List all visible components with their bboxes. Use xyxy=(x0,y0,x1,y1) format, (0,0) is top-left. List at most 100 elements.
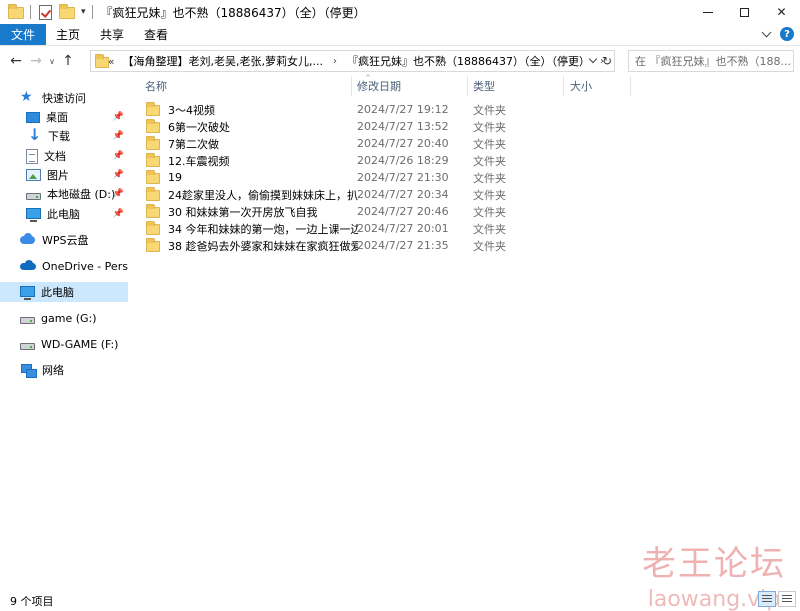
recent-locations-dropdown[interactable]: ∨ xyxy=(46,51,58,71)
pin-icon: 📌 xyxy=(112,151,124,161)
folder-icon xyxy=(146,101,162,117)
tab-view[interactable]: 查看 xyxy=(134,24,178,45)
expand-ribbon-icon[interactable] xyxy=(761,27,772,38)
file-type: 文件夹 xyxy=(473,137,506,151)
nav-label: 文档 xyxy=(44,150,66,163)
file-name: 38 趁爸妈去外婆家和妹妹在家疯狂做爱-... xyxy=(168,239,358,253)
column-header-label: 名称 xyxy=(145,80,167,93)
tab-file[interactable]: 文件 xyxy=(0,24,46,45)
minimize-button[interactable] xyxy=(689,0,726,24)
file-name: 34 今年和妹妹的第一炮，一边上课一边... xyxy=(168,222,358,236)
nav-this-pc[interactable]: 此电脑 xyxy=(0,282,128,302)
maximize-button[interactable] xyxy=(726,0,763,24)
table-row[interactable]: 3～4视频 2024/7/27 19:12 文件夹 xyxy=(140,101,608,118)
nav-wps-cloud[interactable]: WPS云盘 xyxy=(0,230,128,250)
file-type: 文件夹 xyxy=(473,222,506,236)
breadcrumb-separator[interactable]: › xyxy=(333,56,337,67)
address-bar[interactable]: « 【海角整理】老刘,老吴,老张,萝莉女儿,... › 『疯狂兄妹』也不熟（18… xyxy=(90,50,615,72)
address-history-dropdown[interactable] xyxy=(588,54,598,64)
nav-pictures[interactable]: 图片 📌 xyxy=(0,165,128,185)
ribbon-tabs: 文件 主页 共享 查看 ? xyxy=(0,24,800,46)
file-name: 6第一次破处 xyxy=(168,120,230,134)
desktop-icon xyxy=(26,112,40,123)
ribbon-controls: ? xyxy=(761,27,794,41)
column-header-size[interactable]: 大小 xyxy=(570,76,630,96)
close-button[interactable]: ✕ xyxy=(763,0,800,24)
table-row[interactable]: 34 今年和妹妹的第一炮，一边上课一边... 2024/7/27 20:01 文… xyxy=(140,220,608,237)
up-button[interactable]: ↑ xyxy=(58,51,78,71)
nav-onedrive[interactable]: OneDrive - Persona xyxy=(0,256,128,276)
nav-downloads[interactable]: 下载 📌 xyxy=(0,125,128,146)
nav-drive-g[interactable]: game (G:) xyxy=(0,308,128,328)
table-row[interactable]: 6第一次破处 2024/7/27 13:52 文件夹 xyxy=(140,118,608,135)
breadcrumb-current[interactable]: 『疯狂兄妹』也不熟（18886437）（全）（停更） xyxy=(347,53,590,69)
table-row[interactable]: 30 和妹妹第一次开房放飞自我 2024/7/27 20:46 文件夹 xyxy=(140,203,608,220)
nav-drive-f[interactable]: WD-GAME (F:) xyxy=(0,334,128,354)
computer-icon xyxy=(20,285,35,300)
file-date: 2024/7/27 20:40 xyxy=(357,137,449,150)
file-name: 7第二次做 xyxy=(168,137,219,151)
address-row: ← → ∨ ↑ « 【海角整理】老刘,老吴,老张,萝莉女儿,... › 『疯狂兄… xyxy=(0,47,800,75)
table-row[interactable]: 12.车震视频 2024/7/26 18:29 文件夹 xyxy=(140,152,608,169)
customize-toolbar-dropdown[interactable]: ▾ xyxy=(81,7,86,17)
watermark-text: 老王论坛 xyxy=(642,544,786,584)
nav-drive-d[interactable]: 本地磁盘 (D:) 📌 xyxy=(0,184,128,204)
nav-label: game (G:) xyxy=(41,311,97,325)
column-header-name[interactable]: 名称 xyxy=(145,76,351,96)
pictures-icon xyxy=(26,169,41,181)
pin-icon: 📌 xyxy=(112,189,124,199)
column-divider[interactable] xyxy=(351,76,352,96)
nav-desktop[interactable]: 桌面 📌 xyxy=(0,107,128,127)
file-date: 2024/7/27 20:01 xyxy=(357,222,449,235)
file-type: 文件夹 xyxy=(473,154,506,168)
folder-icon[interactable] xyxy=(8,4,24,20)
file-type: 文件夹 xyxy=(473,205,506,219)
tab-share[interactable]: 共享 xyxy=(90,24,134,45)
nav-quick-access[interactable]: 快速访问 xyxy=(0,88,128,108)
file-date: 2024/7/27 19:12 xyxy=(357,103,449,116)
table-row[interactable]: 19 2024/7/27 21:30 文件夹 xyxy=(140,169,608,186)
folder-icon xyxy=(95,53,109,69)
breadcrumb-parent[interactable]: 【海角整理】老刘,老吴,老张,萝莉女儿,... xyxy=(123,53,323,69)
back-button[interactable]: ← xyxy=(6,51,26,71)
nav-network[interactable]: 网络 xyxy=(0,360,128,380)
view-toggle xyxy=(758,591,796,607)
file-name: 30 和妹妹第一次开房放飞自我 xyxy=(168,205,318,219)
details-view-button[interactable] xyxy=(758,591,776,607)
folder-icon xyxy=(146,186,162,202)
drive-icon xyxy=(20,316,35,324)
nav-documents[interactable]: 文档 📌 xyxy=(0,146,128,166)
column-divider[interactable] xyxy=(630,76,631,96)
table-row[interactable]: 24趁家里没人，偷偷摸到妹妹床上，扒... 2024/7/27 20:34 文件… xyxy=(140,186,608,203)
nav-this-pc-pinned[interactable]: 此电脑 📌 xyxy=(0,204,128,224)
column-header-type[interactable]: 类型 xyxy=(473,76,563,96)
star-icon xyxy=(20,89,36,106)
column-header-date[interactable]: 修改日期 xyxy=(357,76,467,96)
folder-icon xyxy=(146,152,162,168)
folder-icon xyxy=(146,169,162,185)
nav-label: 下载 xyxy=(48,130,70,143)
new-folder-icon[interactable] xyxy=(59,4,75,20)
pin-icon: 📌 xyxy=(112,209,124,219)
large-icons-view-button[interactable] xyxy=(778,591,796,607)
file-type: 文件夹 xyxy=(473,120,506,134)
file-type: 文件夹 xyxy=(473,171,506,185)
search-input[interactable]: 在 『疯狂兄妹』也不熟（188... xyxy=(628,50,794,72)
properties-icon[interactable] xyxy=(37,4,53,20)
help-icon[interactable]: ? xyxy=(780,27,794,41)
refresh-icon[interactable]: ↻ xyxy=(602,54,612,68)
column-header-label: 类型 xyxy=(473,80,495,93)
table-row[interactable]: 7第二次做 2024/7/27 20:40 文件夹 xyxy=(140,135,608,152)
tab-home[interactable]: 主页 xyxy=(46,24,90,45)
column-divider[interactable] xyxy=(563,76,564,96)
minimize-icon xyxy=(702,11,713,13)
nav-label: 本地磁盘 (D:) xyxy=(47,188,116,201)
file-type: 文件夹 xyxy=(473,239,506,253)
nav-label: WD-GAME (F:) xyxy=(41,337,119,351)
folder-icon xyxy=(146,237,162,253)
table-row[interactable]: 38 趁爸妈去外婆家和妹妹在家疯狂做爱-... 2024/7/27 21:35 … xyxy=(140,237,608,254)
column-header-label: 大小 xyxy=(570,80,592,93)
column-divider[interactable] xyxy=(467,76,468,96)
status-bar: 9 个项目 xyxy=(0,590,800,611)
forward-button[interactable]: → xyxy=(26,51,46,71)
